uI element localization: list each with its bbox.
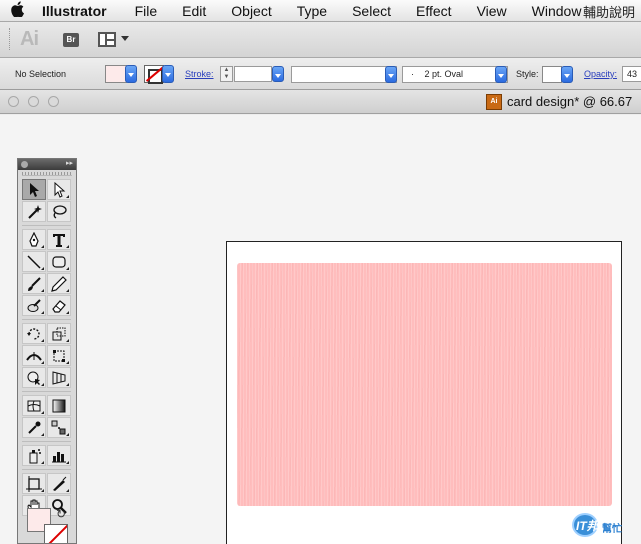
application-bar: Ai Br xyxy=(0,22,641,58)
grip-divider xyxy=(9,28,10,50)
document-title-bar: Ai card design* @ 66.67 xyxy=(0,90,641,114)
rotate-tool-icon[interactable] xyxy=(22,323,46,344)
ai-file-icon: Ai xyxy=(486,94,502,110)
menu-select[interactable]: Select xyxy=(339,3,403,19)
menu-bar: Illustrator File Edit Object Type Select… xyxy=(0,0,641,22)
brush-profile-label: 2 pt. Oval xyxy=(424,69,464,79)
menu-type[interactable]: Type xyxy=(284,3,339,19)
menu-file[interactable]: File xyxy=(122,3,170,19)
bridge-button[interactable]: Br xyxy=(63,33,79,47)
eyedropper-tool-icon[interactable] xyxy=(22,417,46,438)
stroke-color-box[interactable] xyxy=(44,524,68,543)
pencil-tool-icon[interactable] xyxy=(47,273,71,294)
blend-tool-icon[interactable] xyxy=(47,417,71,438)
menu-view[interactable]: View xyxy=(464,3,519,19)
variable-width-select[interactable] xyxy=(291,66,397,83)
perspective-grid-tool-icon[interactable] xyxy=(47,367,71,388)
panel-grip[interactable] xyxy=(22,172,72,176)
stroke-weight-stepper[interactable]: ▲ ▼ xyxy=(220,66,233,82)
opacity-input[interactable]: 43 xyxy=(622,66,641,82)
stroke-weight-input[interactable] xyxy=(234,66,272,82)
direct-selection-tool-icon[interactable] xyxy=(47,179,71,200)
magic-wand-tool-icon[interactable] xyxy=(22,201,46,222)
shape-builder-tool-icon[interactable] xyxy=(22,367,46,388)
site-watermark: IT邦 幫忙 xyxy=(572,513,638,537)
blob-brush-tool-icon[interactable] xyxy=(22,295,46,316)
column-graph-tool-icon[interactable] xyxy=(47,445,71,466)
paintbrush-tool-icon[interactable] xyxy=(22,273,46,294)
watermark-brand: IT邦 xyxy=(576,519,599,533)
apple-menu-icon[interactable] xyxy=(0,0,36,21)
style-label: Style: xyxy=(516,69,539,79)
minimize-window-button[interactable] xyxy=(28,96,39,107)
canvas-area[interactable] xyxy=(0,115,641,544)
panel-collapse-icon[interactable]: ▸▸ xyxy=(66,159,73,167)
variable-width-dropdown[interactable] xyxy=(385,66,397,83)
opacity-label-link[interactable]: Opacity: xyxy=(584,69,617,79)
close-window-button[interactable] xyxy=(8,96,19,107)
scale-tool-icon[interactable] xyxy=(47,323,71,344)
mesh-tool-icon[interactable] xyxy=(22,395,46,416)
tools-panel: ▸▸ ↻ xyxy=(17,158,77,544)
brush-definition-select[interactable]: · 2 pt. Oval xyxy=(402,66,508,83)
graphic-style-swatch[interactable] xyxy=(542,66,562,83)
slice-tool-icon[interactable] xyxy=(47,473,71,494)
gradient-tool-icon[interactable] xyxy=(47,395,71,416)
selection-tool-icon[interactable] xyxy=(22,179,46,200)
lasso-tool-icon[interactable] xyxy=(47,201,71,222)
pen-tool-icon[interactable] xyxy=(22,229,46,250)
selection-status: No Selection xyxy=(15,69,67,79)
eraser-tool-icon[interactable] xyxy=(47,295,71,316)
menu-help[interactable]: 輔助說明 xyxy=(583,2,635,21)
brush-dot: · xyxy=(411,69,414,79)
menu-object[interactable]: Object xyxy=(218,3,283,19)
artboard-tool-icon[interactable] xyxy=(22,473,46,494)
chevron-down-icon[interactable] xyxy=(121,36,129,41)
line-segment-tool-icon[interactable] xyxy=(22,251,46,272)
stroke-dropdown-button[interactable] xyxy=(162,65,174,83)
arrange-documents-icon[interactable] xyxy=(98,32,116,47)
brush-dropdown[interactable] xyxy=(495,66,507,83)
panel-close-icon[interactable] xyxy=(21,161,28,168)
fill-dropdown-button[interactable] xyxy=(125,65,137,83)
menu-app-name[interactable]: Illustrator xyxy=(36,3,122,19)
graphic-style-dropdown[interactable] xyxy=(561,66,573,83)
stroke-label-link[interactable]: Stroke: xyxy=(185,69,214,79)
menu-edit[interactable]: Edit xyxy=(169,3,218,19)
artboard[interactable] xyxy=(226,241,622,544)
stroke-none-icon[interactable] xyxy=(144,65,164,84)
menu-effect[interactable]: Effect xyxy=(403,3,464,19)
control-bar: No Selection Stroke: ▲ ▼ · 2 pt. Oval Sty… xyxy=(0,58,641,90)
watermark-sub: 幫忙 xyxy=(602,524,622,535)
fill-color-swatch[interactable] xyxy=(105,65,127,83)
stroke-weight-dropdown[interactable] xyxy=(272,66,284,82)
rectangle-tool-icon[interactable] xyxy=(47,251,71,272)
free-transform-tool-icon[interactable] xyxy=(47,345,71,366)
swap-fill-stroke-icon[interactable]: ↻ xyxy=(56,507,66,521)
width-tool-icon[interactable] xyxy=(22,345,46,366)
pink-card-rectangle[interactable] xyxy=(237,263,612,506)
illustrator-logo: Ai xyxy=(20,28,39,50)
type-tool-icon[interactable] xyxy=(47,229,71,250)
tools-panel-header[interactable]: ▸▸ xyxy=(18,159,76,170)
symbol-sprayer-tool-icon[interactable] xyxy=(22,445,46,466)
document-title: card design* @ 66.67 xyxy=(507,94,633,109)
zoom-window-button[interactable] xyxy=(48,96,59,107)
